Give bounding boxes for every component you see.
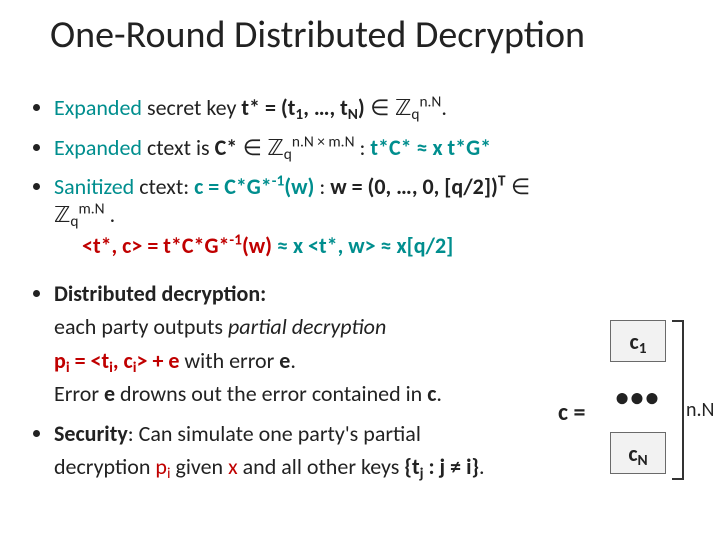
mid: , …, t <box>303 94 348 121</box>
dimension-label: n.N <box>686 398 714 422</box>
in-symbol: ∈ <box>505 174 530 199</box>
eq1-sup: -1 <box>272 172 285 191</box>
ring-sub: q <box>284 144 292 163</box>
dot: . <box>105 201 116 228</box>
c-star: C* <box>215 134 238 161</box>
vec-box-c1: c1 <box>610 320 666 362</box>
bullet-expanded-ctext: Expanded ctext is C* ∈ ℤqn.N × m.N : t*C… <box>54 134 580 162</box>
set-mid: : j ≠ i} <box>424 453 480 480</box>
key-def: t* = (t1, …, tN) <box>241 94 364 121</box>
in-symbol: ∈ <box>365 95 395 120</box>
w-def: w = (0, …, 0, [q/2])T <box>330 173 505 200</box>
ring-sup: m.N <box>78 199 104 218</box>
eq1-tail: (w) <box>284 173 314 200</box>
inner-prod: <t*, c> = t*C*G*-1(w) <box>82 232 272 259</box>
ring-z: ℤ <box>395 95 411 120</box>
p-eq: pi = <ti, ci> + e <box>54 347 179 374</box>
slide-title: One-Round Distributed Decryption <box>50 12 690 58</box>
text: secret key <box>142 94 241 121</box>
p-i: pi <box>155 453 170 480</box>
vec-box-cN: cN <box>610 432 666 474</box>
dot: . <box>479 453 485 480</box>
sec-after: : Can simulate one party's partial <box>128 420 421 447</box>
lead-word: Expanded <box>54 94 142 121</box>
p: p <box>155 453 167 480</box>
bullet-list: Expanded secret key t* = (t1, …, tN) ∈ ℤ… <box>30 94 580 493</box>
approx-chain: ≈ x <t*, w> ≈ x[q/2] <box>272 232 453 259</box>
dd-eq: pi = <ti, ci> + e with error e. <box>54 347 580 375</box>
in-symbol: ∈ <box>237 135 267 160</box>
ip-sup: -1 <box>229 231 242 250</box>
sub-a: decryption <box>54 453 155 480</box>
sub-b: given <box>171 453 229 480</box>
text: ctext: <box>134 173 194 200</box>
with-error: with error <box>179 347 279 374</box>
sub-n: N <box>348 105 358 124</box>
brace-right <box>672 320 684 480</box>
eq-tail: > + e <box>137 347 180 374</box>
ring-z: ℤ <box>54 202 70 227</box>
ip-tail: (w) <box>242 232 272 259</box>
txt: each party outputs <box>54 313 228 340</box>
dd-title: Distributed decryption: <box>54 280 266 307</box>
eq1: c = C*G* <box>194 173 272 200</box>
dd-err: Error e drowns out the error contained i… <box>54 380 580 408</box>
t-star: t* = (t <box>241 94 295 121</box>
bullet-expanded-key: Expanded secret key t* = (t1, …, tN) ∈ ℤ… <box>54 94 580 122</box>
bullet-security: Security: Can simulate one party's parti… <box>54 420 580 481</box>
set-open: {t <box>404 453 419 480</box>
c1: c <box>629 328 638 355</box>
c-equals-label: c = <box>558 398 585 427</box>
e: e <box>279 347 290 374</box>
c1-sub: 1 <box>639 338 647 357</box>
colon: : <box>314 173 330 200</box>
err-a: Error <box>54 380 104 407</box>
cN: c <box>628 440 637 467</box>
x: x <box>228 453 238 480</box>
bullet-distributed: Distributed decryption: each party outpu… <box>54 280 580 408</box>
dot: . <box>441 94 447 121</box>
lead-word: Expanded <box>54 134 142 161</box>
key-set: {tj : j ≠ i} <box>404 453 479 480</box>
p: p <box>54 347 66 374</box>
derivation-line: <t*, c> = t*C*G*-1(w) ≈ x <t*, w> ≈ x[q/… <box>82 232 580 260</box>
c-eq: c = C*G*-1(w) <box>194 173 314 200</box>
cN-sub: N <box>638 450 648 469</box>
err-e: e <box>104 380 115 407</box>
dot: . <box>290 347 296 374</box>
bullet-sanitized: Sanitized ctext: c = C*G*-1(w) : w = (0,… <box>54 173 580 260</box>
sub-c: and all other keys <box>238 453 405 480</box>
ip-a: <t*, c> = t*C*G* <box>82 232 229 259</box>
text: ctext is <box>142 134 215 161</box>
sec-sub: decryption pi given x and all other keys… <box>54 453 580 481</box>
eq-mid: = <t <box>70 347 110 374</box>
w-pre: w = (0, …, 0, [q/2]) <box>330 173 498 200</box>
ring-z: ℤ <box>267 135 283 160</box>
relation: t*C* ≈ x t*G* <box>370 134 491 161</box>
ring-sup: n.N <box>419 93 441 112</box>
slide: One-Round Distributed Decryption Expande… <box>0 0 720 540</box>
dd-sub1: each party outputs partial decryption <box>54 313 580 341</box>
err-b: drowns out the error contained in <box>115 380 427 407</box>
vec-dots: ••• <box>610 376 666 418</box>
lead-word: Sanitized <box>54 173 134 200</box>
sec-title: Security <box>54 420 128 447</box>
err-dot: . <box>436 380 442 407</box>
ring-sup: n.N × m.N <box>292 132 355 151</box>
eq-mid2: , c <box>113 347 133 374</box>
close-paren: ) <box>358 94 365 121</box>
txt-i: partial decryption <box>228 313 386 340</box>
vector-column: c1 ••• cN <box>610 320 666 488</box>
vector-diagram: c = c1 ••• cN n.N <box>558 320 708 520</box>
colon: : <box>355 134 371 161</box>
